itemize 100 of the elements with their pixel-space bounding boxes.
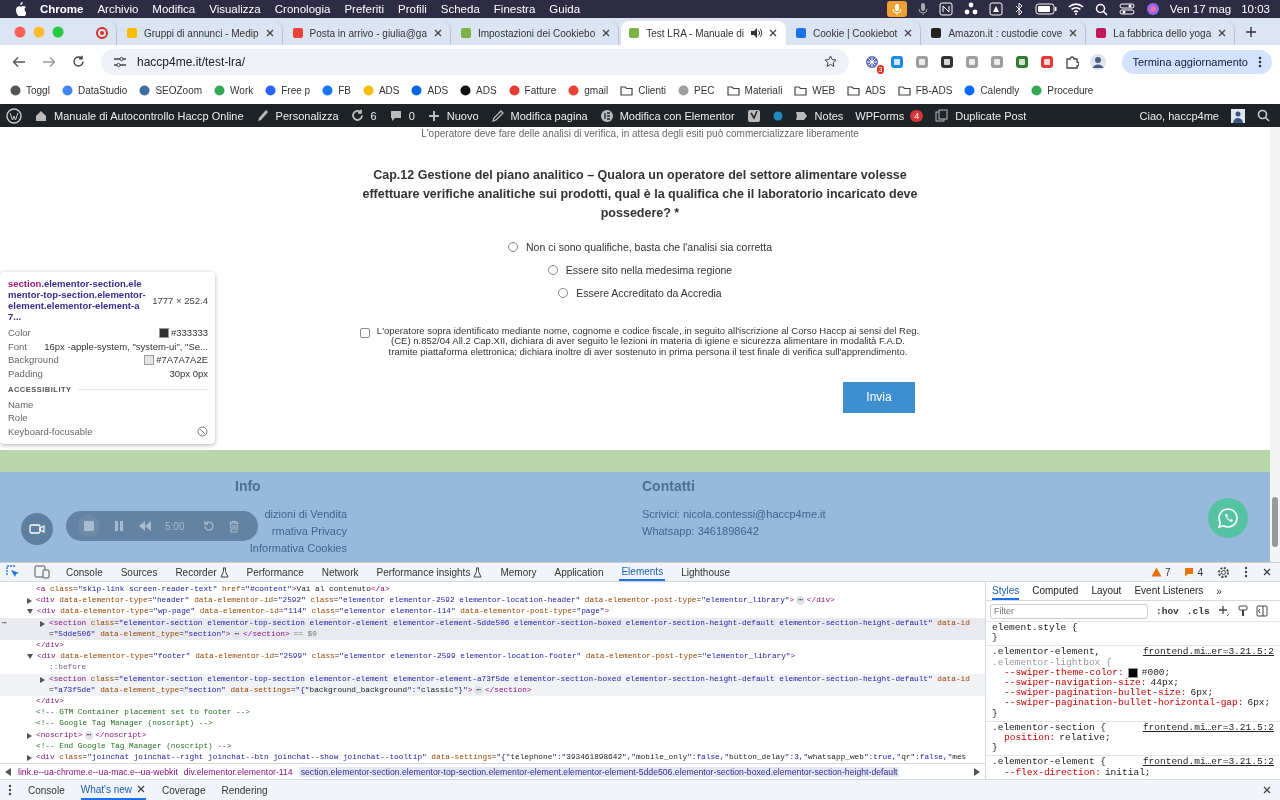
toolbar-item[interactable]: Nuovo	[426, 108, 479, 123]
breadcrumb[interactable]: link.e--ua-chrome.e--ua-mac.e--ua-webkit	[18, 766, 178, 777]
footer-heading: Contatti	[642, 478, 696, 494]
css-value[interactable]: #000;	[1141, 667, 1171, 678]
sidebar-tab[interactable]: Computed	[1032, 582, 1079, 600]
devtools-tab[interactable]: Performance insights	[374, 563, 485, 581]
user-greeting[interactable]: Ciao, haccp4me	[1139, 109, 1219, 122]
toolbar-item[interactable]: Duplicate Post	[935, 108, 1027, 123]
toolbar-item[interactable]: 6	[350, 108, 377, 123]
element-selector: section.elementor-section.elementor-top-section.elementor-element.elementor-element-a7...	[8, 278, 147, 322]
bookmark-item[interactable]: Free p	[265, 84, 311, 96]
devtools-tab[interactable]: Application	[552, 563, 606, 581]
option-label[interactable]: Essere sito nella medesima regione	[565, 264, 733, 276]
bookmark-item[interactable]: ADS	[460, 84, 497, 96]
bookmark-item[interactable]: gmail	[568, 84, 609, 96]
property-value: #7A7A7A2E	[156, 354, 208, 366]
devtools-tab[interactable]: Network	[319, 563, 361, 581]
css-property[interactable]: position:	[1004, 733, 1056, 744]
address-bar[interactable]: haccp4me.it/test-lra/	[101, 48, 850, 75]
css-value[interactable]: 44px;	[1150, 678, 1180, 689]
menu-item[interactable]: Finestra	[493, 3, 536, 15]
footer-heading: Info	[235, 478, 262, 494]
bookmark-item[interactable]: ADS	[847, 84, 886, 96]
css-selector: .elementor-element, .elementor-lightbox {	[992, 647, 1112, 668]
devtools-tab[interactable]: Performance	[244, 563, 306, 581]
menu-item[interactable]: Profili	[398, 3, 427, 15]
source-link[interactable]: frontend.mi…er=3.21.5:2	[1142, 757, 1274, 768]
menu-item[interactable]: Modifica	[152, 3, 196, 15]
devtools-tab[interactable]: Recorder	[173, 563, 231, 581]
menu-item[interactable]: Scheda	[440, 3, 480, 15]
breadcrumb[interactable]: div.elementor.elementor-114	[183, 766, 293, 777]
bookmark-item[interactable]: Calendly	[964, 84, 1020, 96]
option-label[interactable]: Non ci sono qualifiche, basta che l'analisi sia corretta	[526, 241, 772, 253]
toolbar-item[interactable]: Manuale di Autocontrollo Haccp Online	[34, 108, 244, 123]
toolbar-item[interactable]: Modifica con Elementor	[599, 108, 735, 123]
css-property[interactable]: --swiper-pagination-bullet-size:	[1004, 688, 1187, 699]
css-property[interactable]: --swiper-theme-color:	[1004, 667, 1124, 678]
bookmark-item[interactable]: FB	[322, 84, 351, 96]
css-value[interactable]: relative;	[1059, 733, 1111, 744]
css-property[interactable]: --swiper-navigation-size:	[1004, 678, 1147, 689]
property-label: Padding	[8, 368, 43, 380]
toolbar-item[interactable]: WPForms 4	[855, 109, 924, 122]
bookmark-item[interactable]: PEC	[678, 84, 715, 96]
bookmark-item[interactable]: ADS	[411, 84, 449, 96]
devtools-tab[interactable]: Sources	[118, 563, 160, 581]
question-text: Cap.12 Gestione del piano analitico – Qualora un operatore del settore alimentare volesse effettuare verifiche analitiche sui prodotti, qual è la qualifica che il laboratorio incaricato deve possedere? *	[361, 167, 919, 222]
toolbar-item[interactable]: Modifica pagina	[490, 108, 588, 123]
app-menu[interactable]: Chrome	[40, 3, 84, 15]
warnings-counter[interactable]: 7	[1150, 566, 1171, 578]
bookmark-item[interactable]: FB-ADS	[897, 84, 953, 96]
toggle-button[interactable]: :hov	[1156, 605, 1179, 617]
bookmark-item[interactable]: Work	[214, 84, 254, 96]
devtools-tab[interactable]: Elements	[619, 563, 666, 581]
answer-option: L'operatore deve fare delle analisi di verifica, in attesa degli esiti può commercializzare liberamente	[421, 128, 859, 139]
bookmark-item[interactable]: Toggl	[10, 84, 50, 96]
menu-item[interactable]: Preferiti	[344, 3, 384, 15]
sidebar-tab[interactable]: Layout	[1091, 582, 1122, 600]
sidebar-tab[interactable]: Styles	[992, 582, 1020, 600]
toggle-button[interactable]: .cls	[1186, 605, 1210, 617]
css-value[interactable]: initial;	[1104, 767, 1151, 778]
devtools-tab[interactable]: Memory	[498, 563, 539, 581]
issues-counter[interactable]: 4	[1184, 566, 1203, 578]
property-value: #333333	[171, 327, 208, 339]
drawer-tab[interactable]: Console	[28, 780, 65, 800]
devtools-tab[interactable]: Lighthouse	[679, 563, 733, 581]
bookmark-item[interactable]: Procedure	[1031, 84, 1094, 96]
browser-tab[interactable]: Test LRA - Manuale di	[621, 21, 787, 45]
toolbar-item[interactable]: Notes	[794, 108, 844, 123]
bookmark-item[interactable]: ADS	[362, 84, 400, 96]
bookmark-item[interactable]: SEOZoom	[139, 84, 203, 96]
css-value[interactable]: 6px;	[1190, 688, 1214, 699]
toolbar-item[interactable]: 0	[388, 108, 415, 123]
bookmark-item[interactable]: Clienti	[620, 84, 666, 96]
breadcrumb[interactable]: section.elementor-section.elementor-top-section.elementor-element.elementor-element-5dde506.elementor-section-boxed.elementor-section-height-default	[298, 766, 900, 777]
sidebar-tab[interactable]: Event Listeners	[1134, 582, 1204, 600]
css-value[interactable]: 6px;	[1247, 698, 1271, 709]
css-property[interactable]: --swiper-pagination-bullet-horizontal-gap:	[1004, 698, 1244, 709]
option-label[interactable]: Essere Accreditato da Accredia	[576, 287, 722, 299]
drawer-tab[interactable]: Rendering	[221, 780, 268, 800]
more-tabs-button[interactable]: »	[1216, 585, 1222, 597]
css-property[interactable]: --flex-direction:	[1004, 767, 1101, 778]
toolbar-item[interactable]: Personalizza	[255, 108, 339, 123]
drawer-tab[interactable]: Coverage	[162, 780, 206, 800]
menu-item[interactable]: Visualizza	[209, 3, 261, 15]
element-size: 1777 × 252.4	[152, 294, 208, 306]
filter-field[interactable]: Filter	[990, 603, 1148, 619]
bookmark-item[interactable]: WEB	[794, 84, 836, 96]
menu-item[interactable]: Archivio	[97, 3, 139, 15]
bookmark-item[interactable]: Materiali	[726, 84, 783, 96]
drawer-tab[interactable]: What's new	[80, 780, 147, 800]
closing-brace: }	[992, 708, 999, 719]
bookmark-item[interactable]: DataStudio	[61, 84, 128, 96]
devtools-tab[interactable]: Console	[64, 563, 105, 581]
menu-item[interactable]: Cronologia	[274, 3, 331, 15]
source-link[interactable]: frontend.mi…er=3.21.5:2	[1142, 647, 1274, 668]
bookmark-item[interactable]: Fatture	[508, 84, 557, 96]
menu-item[interactable]: Guida	[549, 3, 581, 15]
update-button[interactable]: Termina aggiornamento	[1122, 49, 1272, 74]
consent-text: L'operatore sopra identificato mediante nome, cognome e codice fiscale, in seguito all'iscrizione al Corso Haccp ai sensi del Reg.(CE) n.852/04 All.2 Cap.XII, dichiara di aver seguito le lezioni in materia di igiene e sicurezza alimentare in modalità F.A.D. tramite piattaforma elettronica; dichiara inoltre di aver sostenuto in prima persona il test finale di verifica sull'apprendimento.	[376, 326, 920, 357]
source-link[interactable]: frontend.mi…er=3.21.5:2	[1142, 722, 1274, 734]
